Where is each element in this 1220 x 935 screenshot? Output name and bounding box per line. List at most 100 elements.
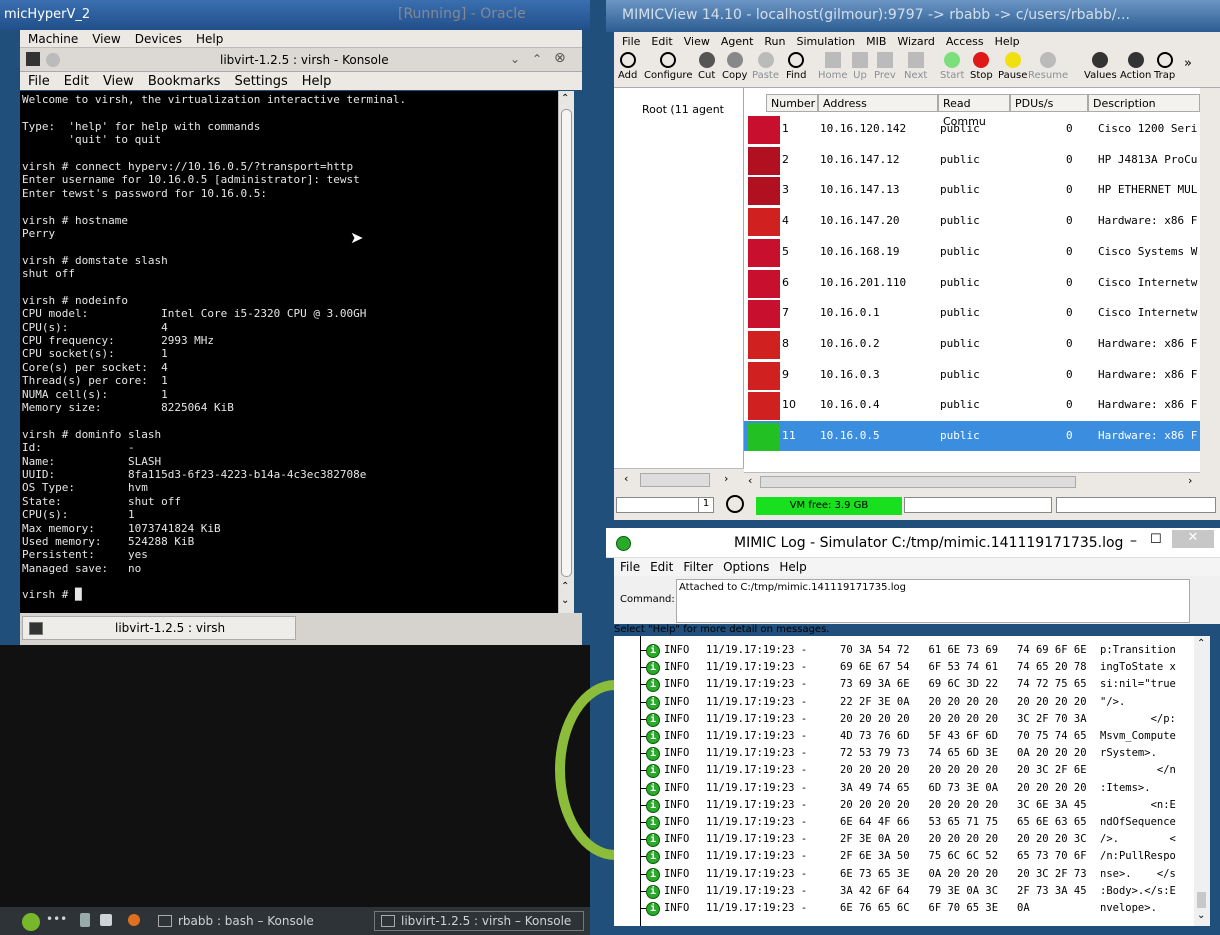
table-row[interactable]: 5 10.16.168.19 public 0 Cisco Systems W [744, 237, 1200, 267]
mv-menu-agent[interactable]: Agent [721, 35, 754, 48]
file-manager-icon[interactable] [100, 914, 112, 926]
values-button[interactable]: Values [1084, 52, 1117, 81]
log-scroll-thumb[interactable] [1197, 892, 1206, 908]
log-menu-edit[interactable]: Edit [650, 560, 673, 574]
log-row[interactable]: i INFO 11/19.17:19:23 - 2F 6E 3A 50 75 6C 6… [614, 848, 1194, 865]
table-row[interactable]: 3 10.16.147.13 public 0 HP ETHERNET MUL [744, 175, 1200, 206]
terminal-scroll-thumb[interactable] [561, 109, 572, 577]
scroll-down-icon[interactable]: ⌄ [561, 595, 569, 606]
configure-button[interactable]: Configure [644, 52, 692, 81]
minimize-icon[interactable]: – [1130, 533, 1137, 549]
vm-menu-help[interactable]: Help [196, 32, 223, 46]
log-row[interactable]: i INFO 11/19.17:19:23 - 3A 49 74 65 6D 73 3… [614, 780, 1194, 797]
vm-menu-view[interactable]: View [92, 32, 120, 46]
table-row[interactable]: 6 10.16.201.110 public 0 Cisco Internetw [744, 268, 1200, 298]
log-menu-filter[interactable]: Filter [683, 560, 713, 574]
mv-menu-file[interactable]: File [622, 35, 640, 48]
konsole-menu-file[interactable]: File [28, 74, 50, 89]
prev-button[interactable]: Prev [874, 52, 896, 81]
stop-button[interactable]: Stop [970, 52, 993, 81]
cut-button[interactable]: Cut [698, 52, 715, 81]
home-button[interactable]: Home [818, 52, 848, 81]
scroll-down-icon[interactable]: ⌄ [1197, 910, 1205, 921]
up-button[interactable]: Up [852, 52, 868, 81]
start-menu-icon[interactable] [22, 913, 40, 931]
terminal-scrollbar[interactable]: ⌃ ⌃ ⌄ [558, 91, 574, 613]
copy-button[interactable]: Copy [722, 52, 747, 81]
log-row[interactable]: i INFO 11/19.17:19:23 - 72 53 79 73 74 65 6… [614, 745, 1194, 762]
col-number[interactable]: Number [766, 94, 818, 112]
konsole-menu-view[interactable]: View [103, 74, 134, 89]
mv-menu-access[interactable]: Access [946, 35, 984, 48]
mv-menu-simulation[interactable]: Simulation [797, 35, 856, 48]
table-row[interactable]: 11 10.16.0.5 public 0 Hardware: x86 F [744, 421, 1200, 451]
log-row[interactable]: i INFO 11/19.17:19:23 - 20 20 20 20 20 20 2… [614, 762, 1194, 779]
maximize-icon[interactable]: ☐ [1150, 532, 1162, 547]
log-row[interactable]: i INFO 11/19.17:19:23 - 70 3A 54 72 61 6E 7… [614, 642, 1194, 659]
log-menu-options[interactable]: Options [723, 560, 769, 574]
table-row[interactable]: 2 10.16.147.12 public 0 HP J4813A ProCu [744, 145, 1200, 175]
resume-button[interactable]: Resume [1028, 52, 1068, 81]
table-row[interactable]: 4 10.16.147.20 public 0 Hardware: x86 F [744, 206, 1200, 237]
close-icon[interactable]: ⊗ [554, 50, 566, 66]
log-row[interactable]: i INFO 11/19.17:19:23 - 6E 76 65 6C 6F 70 6… [614, 900, 1194, 917]
log-menu-file[interactable]: File [620, 560, 640, 574]
log-row[interactable]: i INFO 11/19.17:19:23 - 3A 42 6F 64 79 3E 0… [614, 883, 1194, 900]
table-row[interactable]: 1 10.16.120.142 public 0 Cisco 1200 Seri [744, 114, 1200, 144]
terminal-output[interactable]: Welcome to virsh, the virtualization int… [20, 91, 558, 613]
action-button[interactable]: Action [1120, 52, 1151, 81]
start-button[interactable]: Start [940, 52, 964, 81]
scroll-left-icon[interactable]: ‹ [624, 472, 628, 485]
toolbar-overflow-icon[interactable]: » [1184, 56, 1192, 71]
log-row[interactable]: i INFO 11/19.17:19:23 - 20 20 20 20 20 20 2… [614, 711, 1194, 728]
log-row[interactable]: i INFO 11/19.17:19:23 - 22 2F 3E 0A 20 20 2… [614, 694, 1194, 711]
tree-hscrollbar[interactable]: ‹ › [614, 468, 744, 490]
pause-button[interactable]: Pause [998, 52, 1027, 81]
scroll-right-icon[interactable]: › [724, 472, 728, 485]
log-row[interactable]: i INFO 11/19.17:19:23 - 20 20 20 20 20 20 2… [614, 797, 1194, 814]
col-description[interactable]: Description [1088, 94, 1200, 112]
scroll-right-icon[interactable]: › [1188, 474, 1192, 487]
konsole-menu-help[interactable]: Help [302, 74, 332, 89]
log-row[interactable]: i INFO 11/19.17:19:23 - 73 69 3A 6E 69 6C 3… [614, 676, 1194, 693]
log-row[interactable]: i INFO 11/19.17:19:23 - 4D 73 76 6D 5F 43 6… [614, 728, 1194, 745]
table-row[interactable]: 9 10.16.0.3 public 0 Hardware: x86 F [744, 360, 1200, 390]
log-row[interactable]: i INFO 11/19.17:19:23 - 6E 73 65 3E 0A 20 2… [614, 866, 1194, 883]
find-button[interactable]: Find [786, 52, 807, 81]
table-row[interactable]: 8 10.16.0.2 public 0 Hardware: x86 F [744, 329, 1200, 359]
paste-button[interactable]: Paste [752, 52, 779, 81]
vm-menu-machine[interactable]: Machine [28, 32, 78, 46]
mv-menu-run[interactable]: Run [764, 35, 785, 48]
taskbar-item-bash[interactable]: rbabb : bash – Konsole [158, 911, 314, 931]
mv-menu-view[interactable]: View [684, 35, 710, 48]
mv-menu-wizard[interactable]: Wizard [897, 35, 935, 48]
konsole-menu-settings[interactable]: Settings [234, 74, 287, 89]
log-row[interactable]: i INFO 11/19.17:19:23 - 2F 3E 0A 20 20 20 2… [614, 831, 1194, 848]
agent-table-hscrollbar[interactable]: ‹ › [744, 472, 1200, 490]
command-input[interactable]: Attached to C:/tmp/mimic.141119171735.lo… [676, 579, 1190, 623]
more-icon[interactable]: ••• [46, 912, 67, 926]
firefox-icon[interactable] [128, 914, 140, 926]
log-row[interactable]: i INFO 11/19.17:19:23 - 6E 64 4F 66 53 65 7… [614, 814, 1194, 831]
minimize-icon[interactable]: ⌄ [510, 52, 520, 66]
add-button[interactable]: Add [618, 52, 637, 81]
konsole-menu-bookmarks[interactable]: Bookmarks [148, 74, 221, 89]
maximize-icon[interactable]: ⌃ [532, 52, 542, 66]
col-address[interactable]: Address [818, 94, 938, 112]
log-vscrollbar[interactable]: ⌃ ⌄ [1194, 636, 1210, 926]
scroll-up-icon[interactable]: ⌃ [561, 93, 569, 104]
scroll-up-icon[interactable]: ⌃ [1197, 638, 1205, 649]
table-scroll-thumb[interactable] [760, 476, 1076, 488]
trap-button[interactable]: Trap [1154, 52, 1175, 81]
vm-menu-devices[interactable]: Devices [135, 32, 182, 46]
konsole-menu-edit[interactable]: Edit [64, 74, 89, 89]
table-row[interactable]: 7 10.16.0.1 public 0 Cisco Internetw [744, 298, 1200, 329]
log-message-list[interactable]: i INFO 11/19.17:19:23 - 70 3A 54 72 61 6E 7… [614, 636, 1194, 926]
mv-menu-mib[interactable]: MIB [866, 35, 886, 48]
scroll-left-icon[interactable]: ‹ [748, 474, 752, 487]
log-row[interactable]: i INFO 11/19.17:19:23 - 69 6E 67 54 6F 53 7… [614, 659, 1194, 676]
log-menu-help[interactable]: Help [779, 560, 806, 574]
close-icon[interactable]: ✕ [1172, 530, 1214, 548]
mv-menu-edit[interactable]: Edit [651, 35, 672, 48]
scroll-up-icon[interactable]: ⌃ [561, 581, 569, 592]
